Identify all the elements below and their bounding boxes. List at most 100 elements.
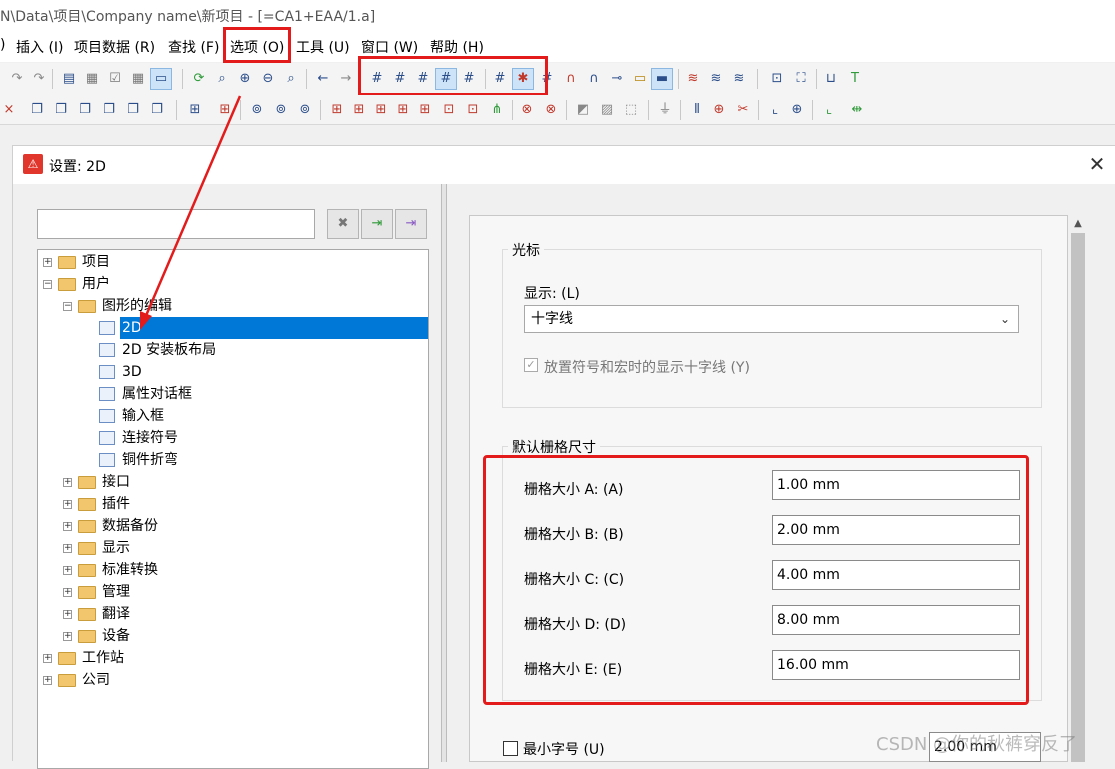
wire-cross-icon[interactable]: ≋ [730, 70, 748, 88]
tag-icon[interactable]: ▭ [631, 70, 649, 88]
zoom-window-icon[interactable]: ⌕ [213, 70, 231, 88]
expand-icon[interactable]: + [63, 610, 72, 619]
net-define-icon[interactable]: ⇹ [848, 101, 866, 119]
check-icon[interactable]: ☑ [106, 70, 124, 88]
symbol-tree-icon[interactable]: ⋔ [488, 101, 506, 119]
expand-icon[interactable]: + [43, 676, 52, 685]
collapse-icon[interactable]: − [63, 302, 72, 311]
zoom-100-icon[interactable]: ⌕ [282, 70, 300, 88]
expand-icon[interactable]: + [63, 500, 72, 509]
close-icon[interactable]: ✕ [1085, 152, 1109, 176]
interrupt-icon[interactable]: ⊕ [788, 101, 806, 119]
device-list-icon[interactable]: ⊞ [216, 101, 234, 119]
page-forward-icon[interactable]: ❐ [148, 101, 166, 119]
tree-item-display[interactable]: + 显示 [38, 537, 428, 559]
text-tool-icon[interactable]: T [846, 70, 864, 88]
menu-item-insert[interactable]: 插入 (I) [16, 37, 64, 57]
expand-icon[interactable]: + [63, 632, 72, 641]
expand-icon[interactable]: + [63, 544, 72, 553]
expand-icon[interactable]: + [43, 258, 52, 267]
collapse-icon[interactable]: − [43, 280, 52, 289]
expand-icon[interactable]: + [63, 522, 72, 531]
shape-icon[interactable]: ⬚ [622, 101, 640, 119]
display-select[interactable]: 十字线 ⌄ [524, 305, 1019, 333]
redo-all-icon[interactable]: ↷ [30, 70, 48, 88]
structure-icon[interactable]: ◩ [574, 101, 592, 119]
tree-item-company[interactable]: + 公司 [38, 669, 428, 691]
tree-item-user[interactable]: − 用户 [38, 273, 428, 295]
tree-item-translation[interactable]: + 翻译 [38, 603, 428, 625]
wire-list-icon[interactable]: ≋ [707, 70, 725, 88]
terminal-add-icon[interactable]: ⊕ [710, 101, 728, 119]
tree-item-graphical-editing[interactable]: − 图形的编辑 [38, 295, 428, 317]
wire-icon[interactable]: ≋ [684, 70, 702, 88]
cable-icon[interactable]: ⊗ [518, 101, 536, 119]
page-properties-icon[interactable]: ❐ [76, 101, 94, 119]
cable-define-icon[interactable]: ⊗ [542, 101, 560, 119]
tree-item-connection-symbols[interactable]: 连接符号 [38, 427, 428, 449]
symbol-copy-icon[interactable]: ⊞ [394, 101, 412, 119]
delete-icon[interactable]: × [0, 101, 18, 119]
zoom-in-icon[interactable]: ⊕ [236, 70, 254, 88]
tree-item-2d[interactable]: 2D [38, 317, 428, 339]
expand-icon[interactable]: + [63, 478, 72, 487]
scroll-up-icon[interactable]: ▲ [1071, 217, 1085, 231]
import-button[interactable]: ⇥ [361, 209, 393, 239]
terminal-icon[interactable]: ⫴ [688, 101, 706, 119]
search-input[interactable] [37, 209, 315, 239]
expand-icon[interactable]: + [63, 588, 72, 597]
menu-item-find[interactable]: 查找 (F) [168, 37, 219, 57]
page-info-icon[interactable]: ❐ [100, 101, 118, 119]
page-copy-icon[interactable]: ❐ [28, 101, 46, 119]
tree-item-property-dialog[interactable]: 属性对话框 [38, 383, 428, 405]
magnet-icon[interactable]: ∩ [562, 70, 580, 88]
tree-item-data-backup[interactable]: + 数据备份 [38, 515, 428, 537]
symbol-delete-icon[interactable]: ⊞ [372, 101, 390, 119]
window-icon[interactable]: ▤ [60, 70, 78, 88]
page-new-icon[interactable]: ❐ [52, 101, 70, 119]
macro-insert-icon[interactable]: ⊚ [272, 101, 290, 119]
tree-item-workstation[interactable]: + 工作站 [38, 647, 428, 669]
redo-icon[interactable]: ↷ [8, 70, 26, 88]
tree-item-copper-bending[interactable]: 铜件折弯 [38, 449, 428, 471]
symbol-edit-icon[interactable]: ⊞ [350, 101, 368, 119]
crosshair-checkbox[interactable]: ✓ [524, 358, 538, 372]
scrollbar-thumb[interactable] [1071, 233, 1085, 762]
table-icon[interactable]: ▦ [129, 70, 147, 88]
net-icon[interactable]: ⌞ [820, 101, 838, 119]
clear-search-button[interactable]: ✖ [327, 209, 359, 239]
menu-item-help[interactable]: 帮助 (H) [430, 37, 484, 57]
tree-item-management[interactable]: + 管理 [38, 581, 428, 603]
terminal-cut-icon[interactable]: ✂ [734, 101, 752, 119]
symbol-move-icon[interactable]: ⊞ [416, 101, 434, 119]
tree-item-devices[interactable]: + 设备 [38, 625, 428, 647]
symbol-icon[interactable]: ⊞ [328, 101, 346, 119]
menu-item-edit[interactable]: ) [0, 37, 5, 53]
device-icon[interactable]: ⊞ [186, 101, 204, 119]
tree-item-plugins[interactable]: + 插件 [38, 493, 428, 515]
expand-icon[interactable]: + [43, 654, 52, 663]
layout-icon[interactable]: ▦ [83, 70, 101, 88]
tree-item-3d[interactable]: 3D [38, 361, 428, 383]
tree-item-standard-conversion[interactable]: + 标准转换 [38, 559, 428, 581]
tree-item-input-box[interactable]: 输入框 [38, 405, 428, 427]
fit-icon[interactable]: ⛶ [792, 70, 810, 88]
page-back-icon[interactable]: ❐ [124, 101, 142, 119]
macro-place-icon[interactable]: ⊚ [296, 101, 314, 119]
symbol-mirror-icon[interactable]: ⊡ [464, 101, 482, 119]
menu-item-tools[interactable]: 工具 (U) [296, 37, 350, 57]
back-arrow-icon[interactable]: ← [314, 70, 332, 88]
min-font-checkbox[interactable] [503, 741, 518, 756]
expand-icon[interactable]: + [63, 566, 72, 575]
link-icon[interactable]: ⊸ [608, 70, 626, 88]
symbol-rotate-icon[interactable]: ⊡ [440, 101, 458, 119]
potential-icon[interactable]: ⌞ [766, 101, 784, 119]
export-button[interactable]: ⇥ [395, 209, 427, 239]
forward-arrow-icon[interactable]: → [337, 70, 355, 88]
refresh-icon[interactable]: ⟳ [190, 70, 208, 88]
macro-icon[interactable]: ⊚ [248, 101, 266, 119]
tree-item-2d-panel-layout[interactable]: 2D 安装板布局 [38, 339, 428, 361]
node-icon[interactable]: ⊡ [768, 70, 786, 88]
vertical-scrollbar[interactable]: ▲ [1068, 215, 1087, 762]
zoom-out-icon[interactable]: ⊖ [259, 70, 277, 88]
